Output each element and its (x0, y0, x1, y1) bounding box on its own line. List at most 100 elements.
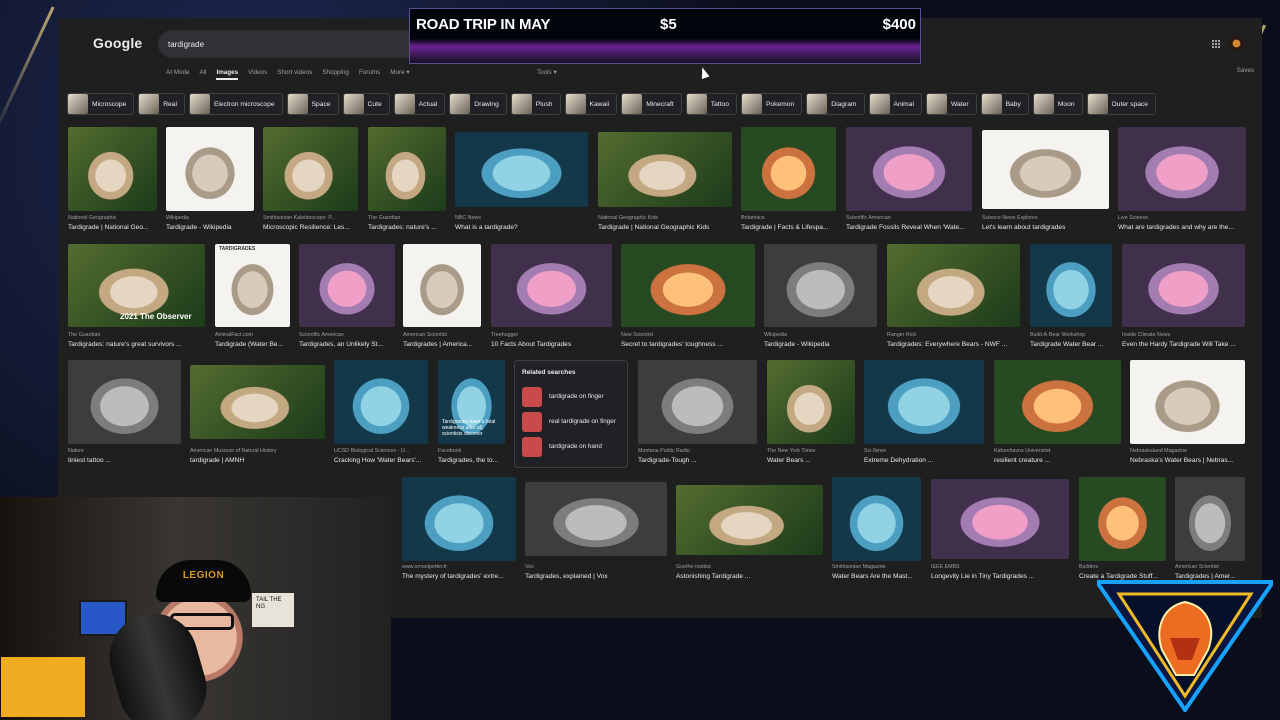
result-caption[interactable]: AnimalFact.com Tardigrade (Water Be... (215, 332, 290, 348)
result-caption[interactable]: UCSD Biological Sciences - U... Cracking … (334, 448, 428, 464)
image-result[interactable] (994, 360, 1121, 444)
image-result[interactable] (263, 127, 358, 211)
result-caption[interactable]: Wikipedia Tardigrade - Wikipedia (764, 332, 877, 348)
tools-button[interactable]: Tools ▾ (537, 69, 557, 76)
result-caption[interactable]: The Guardian Tardigrades: nature's great … (68, 332, 205, 348)
chip-drawing[interactable]: Drawing (449, 93, 507, 115)
chip-animal[interactable]: Animal (868, 93, 922, 115)
result-caption[interactable]: Facebook Tardigrades, the to... (438, 448, 505, 464)
chip-baby[interactable]: Baby (980, 93, 1029, 115)
image-result[interactable] (402, 477, 516, 561)
tab-videos[interactable]: Videos (248, 69, 267, 85)
image-result[interactable]: 2021 The Observer (68, 244, 205, 327)
tab-short-videos[interactable]: Short videos (277, 69, 312, 85)
result-caption[interactable]: Nature tiniest tattoo ... (68, 448, 181, 464)
chip-actual[interactable]: Actual (393, 93, 446, 115)
related-search-item[interactable]: tardigrade on finger (522, 384, 620, 409)
image-result[interactable] (638, 360, 757, 444)
result-caption[interactable]: Britannica Tardigrade | Facts & Lifespa..… (741, 215, 836, 231)
tab-shopping[interactable]: Shopping (322, 69, 349, 85)
result-caption[interactable]: www.smootpetter.fr The mystery of tardigr… (402, 564, 516, 580)
image-result[interactable] (68, 127, 157, 211)
image-result[interactable] (166, 127, 254, 211)
google-logo[interactable]: Google (93, 35, 142, 51)
chip-electron-microscope[interactable]: Electron microscope (188, 93, 283, 115)
image-result[interactable] (455, 132, 588, 207)
image-result[interactable] (1122, 244, 1245, 327)
image-result[interactable] (832, 477, 921, 561)
image-result[interactable] (299, 244, 395, 327)
chip-outer-space[interactable]: Outer space (1086, 93, 1156, 115)
image-result[interactable] (598, 132, 732, 207)
result-caption[interactable]: Scientific American Tardigrades, an Unlik… (299, 332, 395, 348)
image-result[interactable] (491, 244, 612, 327)
result-caption[interactable]: Science News Explores Let's learn about t… (982, 215, 1109, 231)
image-result[interactable] (887, 244, 1020, 327)
image-result[interactable] (403, 244, 481, 327)
result-caption[interactable]: Sci.News Extreme Dehydration ... (864, 448, 984, 464)
chip-tattoo[interactable]: Tattoo (685, 93, 737, 115)
image-result[interactable] (621, 244, 755, 327)
result-caption[interactable]: Treehugger 10 Facts About Tardigrades (491, 332, 612, 348)
image-result[interactable]: Tardigrades have a fatal weakness after … (438, 360, 505, 444)
image-result[interactable] (1130, 360, 1245, 444)
result-caption[interactable]: Live Science What are tardigrades and why… (1118, 215, 1246, 231)
image-result[interactable] (1175, 477, 1245, 561)
result-caption[interactable]: IEEE EMBS Longevity Lie in Tiny Tardigrad… (931, 564, 1069, 580)
result-caption[interactable]: NBC News What is a tardigrade? (455, 215, 588, 231)
result-caption[interactable]: Københavns Universitet resilient creature… (994, 448, 1121, 464)
image-result[interactable] (334, 360, 428, 444)
result-caption[interactable]: Ranger Rick Tardigrades: Everywhere Bears… (887, 332, 1020, 348)
tab-forums[interactable]: Forums (359, 69, 380, 85)
image-result[interactable] (676, 485, 823, 555)
chip-pokemon[interactable]: Pokemon (740, 93, 803, 115)
image-result[interactable] (982, 130, 1109, 209)
image-result[interactable] (1118, 127, 1246, 211)
result-caption[interactable]: Smithsonian Kaleidoscope: P... Microscopi… (263, 215, 358, 231)
result-caption[interactable]: Smithsonian Magazine Water Bears Are the … (832, 564, 921, 580)
apps-grid-icon[interactable] (1211, 39, 1220, 48)
image-result[interactable] (767, 360, 855, 444)
image-result[interactable] (846, 127, 972, 211)
chip-plush[interactable]: Plush (510, 93, 561, 115)
result-caption[interactable]: The New York Times Water Bears ... (767, 448, 855, 464)
image-result[interactable] (931, 479, 1069, 559)
chip-water[interactable]: Water (925, 93, 977, 115)
result-caption[interactable]: American Museum of Natural History tardig… (190, 448, 325, 464)
tab-more[interactable]: More ▾ (390, 69, 409, 85)
chip-real[interactable]: Real (138, 93, 185, 115)
chip-minecraft[interactable]: Minecraft (621, 93, 682, 115)
related-search-item[interactable]: tardigrade on hand (522, 434, 620, 459)
image-result[interactable] (1079, 477, 1166, 561)
result-caption[interactable]: Montana Public Radio Tardigrade-Tough ... (638, 448, 757, 464)
result-caption[interactable]: Vox Tardigrades, explained | Vox (525, 564, 667, 580)
tab-ai-mode[interactable]: AI Mode (166, 69, 189, 85)
result-caption[interactable]: Scientific American Tardigrade Fossils Re… (846, 215, 972, 231)
chip-moon[interactable]: Moon (1032, 93, 1083, 115)
tab-images[interactable]: Images (216, 69, 239, 80)
image-result[interactable]: TARDIGRADES (215, 244, 290, 327)
image-result[interactable] (1030, 244, 1112, 327)
image-result[interactable] (525, 482, 667, 556)
result-caption[interactable]: The Guardian Tardigrades: nature's ... (368, 215, 446, 231)
chip-kawaii[interactable]: Kawaii (564, 93, 618, 115)
account-avatar[interactable] (1229, 36, 1244, 51)
image-result[interactable] (368, 127, 446, 211)
result-caption[interactable]: Build-A-Bear Workshop Tardigrade Water Be… (1030, 332, 1112, 348)
image-result[interactable] (764, 244, 877, 327)
chip-space[interactable]: Space (286, 93, 339, 115)
image-result[interactable] (190, 365, 325, 439)
result-caption[interactable]: Goethe-Institut Astonishing Tardigrade ..… (676, 564, 823, 580)
result-caption[interactable]: Wikipedia Tardigrade - Wikipedia (166, 215, 254, 231)
image-result[interactable] (68, 360, 181, 444)
tab-all[interactable]: All (199, 69, 206, 85)
image-result[interactable] (741, 127, 836, 211)
result-caption[interactable]: National Geographic Kids Tardigrade | Nat… (598, 215, 732, 231)
chip-diagram[interactable]: Diagram (806, 93, 865, 115)
image-result[interactable] (864, 360, 984, 444)
result-caption[interactable]: Nebraskaland Magazine Nebraska's Water Be… (1130, 448, 1245, 464)
result-caption[interactable]: New Scientist Secret to tardigrades' toug… (621, 332, 755, 348)
result-caption[interactable]: Inside Climate News Even the Hardy Tardig… (1122, 332, 1245, 348)
saves-button[interactable]: Saves (1237, 67, 1254, 74)
chip-microscope[interactable]: Microscope (67, 93, 135, 115)
